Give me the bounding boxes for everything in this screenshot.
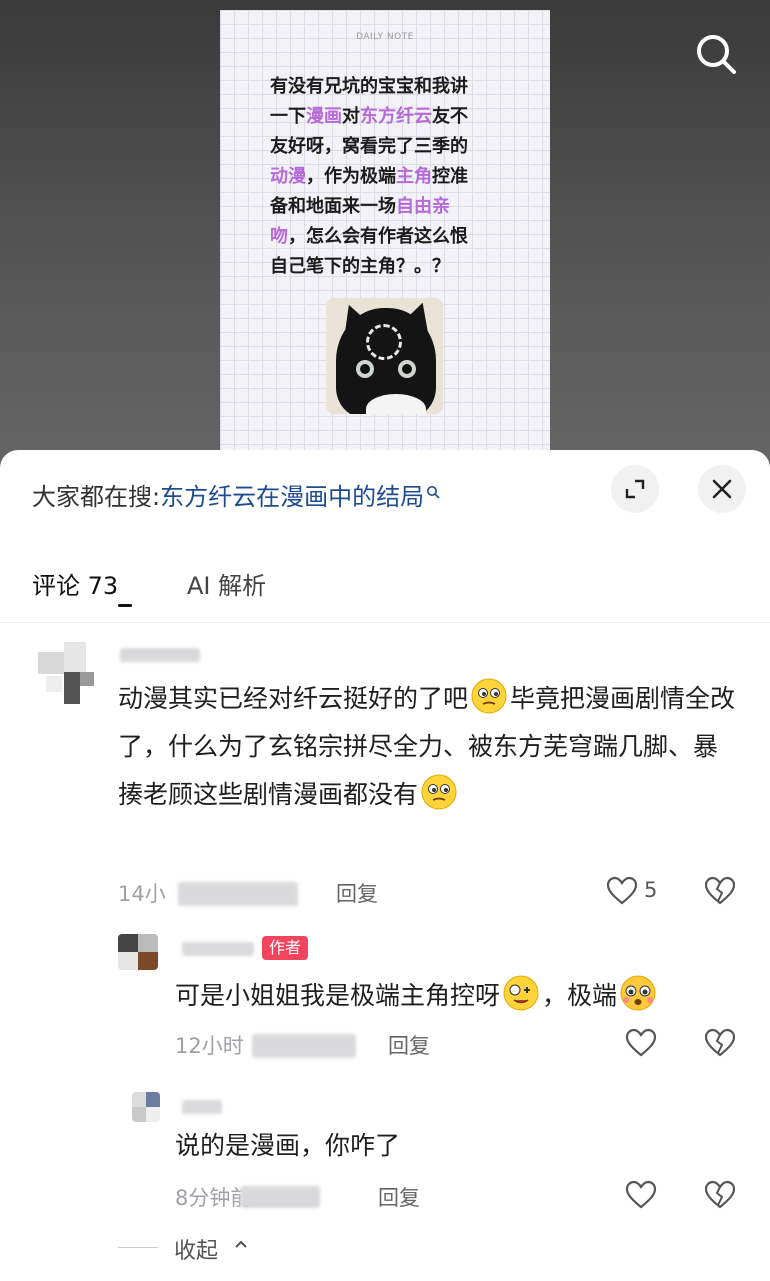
collapse-divider: 收起 — [118, 1239, 247, 1264]
note-segment: 自己笔下的主角？。？ — [270, 256, 450, 277]
avatar[interactable] — [118, 934, 158, 970]
note-highlight: 吻 — [270, 226, 288, 247]
comment-time: 14小 — [118, 882, 166, 906]
expand-button[interactable] — [611, 465, 659, 513]
username-blurred — [182, 1100, 222, 1114]
close-icon — [712, 479, 732, 499]
note-segment: ，作为极端 — [306, 166, 396, 187]
comment-text: 可是小姐姐我是极端主角控呀 ，极端 — [175, 972, 755, 1020]
note-highlight: 漫画 — [306, 106, 342, 127]
comment-time: 12小时 — [175, 1034, 244, 1058]
cat-photo — [326, 298, 443, 414]
note-highlight: 自由亲 — [396, 196, 450, 217]
comment-text: 说的是漫画，你咋了 — [175, 1131, 401, 1160]
heart-icon[interactable] — [625, 1180, 657, 1210]
tab-ai-analysis[interactable]: AI 解析 — [187, 566, 266, 601]
reply-button[interactable]: 回复 — [388, 1030, 430, 1060]
expand-icon — [625, 479, 645, 499]
username-blurred — [120, 648, 200, 662]
note-text: 有没有兄坑的宝宝和我讲 一下漫画对东方纤云友不 友好呀，窝看完了三季的 动漫，作为极端… — [270, 72, 510, 282]
reply-button[interactable]: 回复 — [336, 878, 378, 908]
note-line: 备和地面来一场自由亲 — [270, 192, 510, 222]
note-segment: 有没有兄坑的宝宝和我讲 — [270, 76, 468, 97]
emoji-icon — [471, 678, 507, 714]
close-button[interactable] — [698, 465, 746, 513]
chevron-up-icon[interactable] — [234, 1239, 248, 1249]
note-line: 友好呀，窝看完了三季的 — [270, 132, 510, 162]
trending-search[interactable]: 大家都在搜:东方纤云在漫画中的结局 — [32, 480, 440, 514]
location-blurred — [252, 1034, 356, 1058]
broken-heart-icon[interactable] — [704, 1028, 736, 1058]
comment-text: 动漫其实已经对纤云挺好的了吧 毕竟把漫画剧情全改了，什么为了玄铭宗拼尽全力、被东方… — [118, 675, 738, 819]
note-line: 一下漫画对东方纤云友不 — [270, 102, 510, 132]
broken-heart-icon[interactable] — [704, 876, 736, 906]
location-blurred — [240, 1186, 320, 1208]
like-count: 5 — [644, 878, 658, 902]
broken-heart-icon[interactable] — [704, 1180, 736, 1210]
emoji-icon — [620, 975, 656, 1011]
emoji-icon — [503, 975, 539, 1011]
note-line: 自己笔下的主角？。？ — [270, 252, 510, 282]
trending-search-term[interactable]: 东方纤云在漫画中的结局 — [160, 483, 424, 511]
tabs-divider — [0, 622, 770, 623]
note-image-area[interactable]: DAILY NOTE 有没有兄坑的宝宝和我讲 一下漫画对东方纤云友不 友好呀，窝看完… — [0, 0, 770, 470]
collapse-replies-button[interactable]: 收起 — [174, 1233, 218, 1265]
reply-button[interactable]: 回复 — [378, 1182, 420, 1212]
search-icon — [427, 486, 440, 499]
author-badge: 作者 — [262, 936, 309, 960]
active-tab-indicator — [118, 604, 132, 607]
note-line: 吻，怎么会有作者这么恨 — [270, 222, 510, 252]
note-segment: 友不 — [432, 106, 468, 127]
emoji-icon — [421, 774, 457, 810]
trending-search-prefix: 大家都在搜: — [32, 483, 161, 511]
daily-note-card: DAILY NOTE 有没有兄坑的宝宝和我讲 一下漫画对东方纤云友不 友好呀，窝看完… — [220, 10, 550, 460]
loading-spinner-icon — [366, 324, 402, 360]
note-header: DAILY NOTE — [356, 32, 414, 42]
comments-sheet: 大家都在搜:东方纤云在漫画中的结局 评论 73 AI 解析 动漫其实已经对纤云挺… — [0, 450, 770, 1281]
note-line: 有没有兄坑的宝宝和我讲 — [270, 72, 510, 102]
note-segment: 对 — [342, 106, 360, 127]
note-segment: 一下 — [270, 106, 306, 127]
note-highlight: 主角 — [396, 166, 432, 187]
note-highlight: 动漫 — [270, 166, 306, 187]
note-segment: 友好呀，窝看完了三季的 — [270, 136, 468, 157]
avatar[interactable] — [132, 1092, 160, 1122]
avatar[interactable] — [38, 642, 102, 706]
username-blurred — [182, 942, 254, 956]
search-icon[interactable] — [694, 32, 738, 76]
note-line: 动漫，作为极端主角控准 — [270, 162, 510, 192]
tab-comments[interactable]: 评论 73 — [32, 566, 118, 601]
note-segment: 控准 — [432, 166, 468, 187]
note-highlight: 东方纤云 — [360, 106, 432, 127]
heart-icon[interactable] — [606, 876, 638, 906]
note-segment: 备和地面来一场 — [270, 196, 396, 217]
note-segment: ，怎么会有作者这么恨 — [288, 226, 468, 247]
heart-icon[interactable] — [625, 1028, 657, 1058]
location-blurred — [178, 882, 298, 906]
